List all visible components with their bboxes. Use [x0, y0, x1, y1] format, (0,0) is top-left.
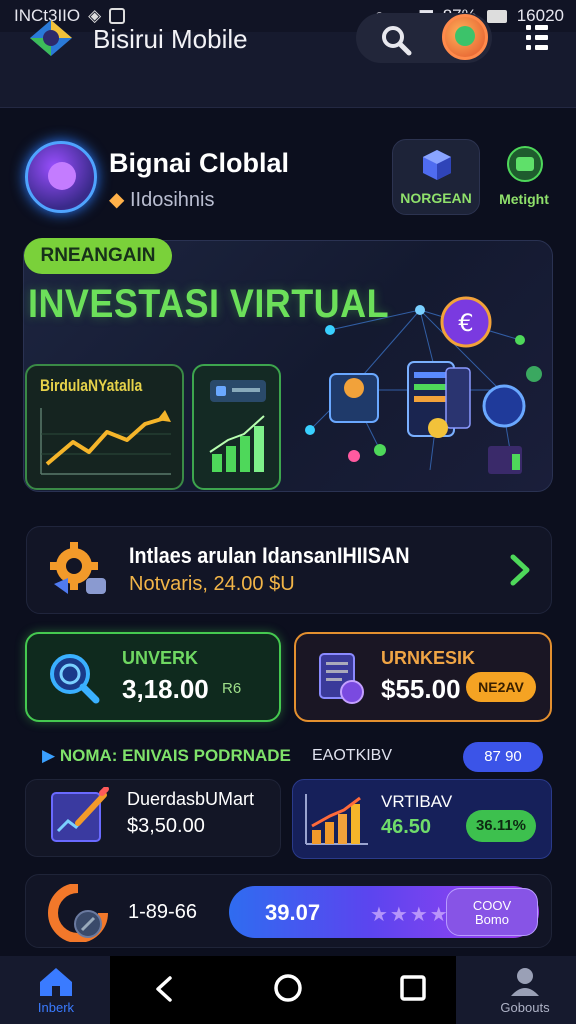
orange-card-value: $55.00: [381, 674, 461, 704]
wallet-icon: [507, 146, 543, 182]
system-home-icon[interactable]: [272, 972, 304, 1004]
location-icon: ◈: [88, 6, 102, 25]
cube-icon: [423, 150, 451, 180]
quick-action-left-label: NORGEAN: [400, 190, 472, 206]
strip-bar-stars: ★★★★: [370, 904, 450, 926]
svg-text:€: €: [458, 309, 473, 337]
strip-bar-value: 39.07: [265, 900, 321, 925]
quick-action-button-left[interactable]: NORGEAN: [392, 139, 480, 215]
document-coin-icon: [319, 653, 364, 704]
section-pill[interactable]: 87 90: [463, 742, 543, 772]
orange-card-pill[interactable]: NE2AV: [466, 672, 536, 702]
blue-card-title: VRTIBAV: [381, 792, 453, 811]
app-logo-icon: [30, 20, 72, 56]
gauge-icon: [48, 884, 108, 942]
quick-action-right-label: Metight: [499, 191, 549, 207]
section-label-left: ▶ NOMA: ENIVAIS PODRNADE: [42, 746, 291, 766]
green-card-value: 3,18.00: [122, 674, 209, 704]
green-card-tag: R6: [222, 680, 242, 697]
back-icon[interactable]: [150, 974, 180, 1004]
strip-action-button[interactable]: COOV Bomo: [446, 888, 538, 936]
network-illustration-icon: €: [305, 296, 542, 474]
diamond-icon: ◆: [109, 189, 125, 211]
hero-mini-chart-label: BirdulaNYatalla: [40, 376, 143, 395]
magnifier-chart-icon: [50, 654, 100, 704]
user-avatar[interactable]: [442, 14, 488, 60]
chevron-right-icon[interactable]: [508, 553, 532, 587]
edit-chart-icon: [51, 787, 109, 842]
status-time: 16020: [516, 6, 564, 25]
info-subtitle: Notvaris, 24.00 $U: [129, 573, 295, 595]
section-label-left-text: NOMA: ENIVAIS PODRNADE: [59, 746, 291, 765]
profile-avatar[interactable]: [25, 141, 97, 213]
play-icon: ▶: [42, 746, 56, 765]
hero-mini-bar-card: [192, 364, 281, 490]
profile-subtitle-text: IIdosihnis: [129, 189, 215, 211]
blue-card-pill[interactable]: 36.11%: [466, 810, 536, 842]
recent-apps-icon[interactable]: [399, 974, 427, 1002]
strip-button-line2: Bomo: [475, 912, 509, 927]
gear-icon: [50, 542, 106, 594]
document-card-title: DuerdasbUMart: [127, 789, 255, 809]
app-title: Bisirui Mobile: [93, 24, 248, 54]
bar-chart-icon: [305, 794, 368, 845]
section-label-right: EAOTKIBV: [312, 747, 393, 764]
strip-value: 1-89-66: [128, 901, 197, 923]
profile-name: Bignai Cloblal: [109, 148, 290, 178]
notification-icon: [109, 8, 126, 24]
bar-growth-icon: [209, 380, 266, 472]
trend-chart-icon: [40, 408, 171, 475]
profile-subtitle: ◆ IIdosihnis: [109, 187, 214, 212]
green-card-label: UNVERK: [122, 648, 199, 668]
hero-badge: RNEANGAIN: [24, 238, 172, 274]
blue-card-value: 46.50: [381, 816, 432, 838]
search-icon[interactable]: [380, 24, 412, 56]
document-card-value: $3,50.00: [127, 815, 205, 837]
nav-home-label[interactable]: Inberk: [20, 1000, 92, 1015]
orange-card-label: URNKESIK: [381, 648, 476, 668]
battery-icon: [486, 9, 507, 23]
strip-button-line1: COOV: [472, 898, 512, 913]
info-title: Intlaes arulan IdansanIHIISAN: [129, 543, 410, 568]
menu-icon[interactable]: [526, 24, 548, 52]
quick-action-button-right[interactable]: Metight: [486, 139, 562, 215]
nav-profile-label[interactable]: Gobouts: [488, 1000, 562, 1015]
